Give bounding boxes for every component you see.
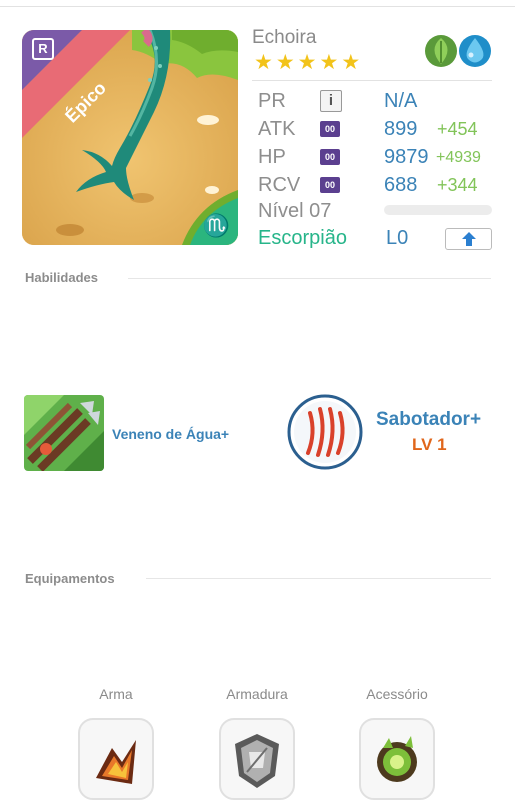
- saboteur-skill-icon[interactable]: [286, 393, 364, 471]
- star-icon: ★: [254, 51, 273, 74]
- rcv-bonus: +344: [437, 175, 478, 195]
- equip-label-accessory: Acessório: [366, 686, 428, 702]
- atk-rank-badge: 00: [320, 121, 340, 137]
- rcv-value: 688: [384, 174, 418, 196]
- skills-section-title: Habilidades: [25, 270, 98, 285]
- name-divider: [252, 80, 492, 81]
- star-icon: ★: [275, 51, 295, 74]
- star-rating: ★ ★ ★ ★ ★: [254, 52, 360, 74]
- weapon-slot[interactable]: [78, 718, 154, 800]
- water-venom-skill-icon[interactable]: [24, 395, 104, 471]
- pr-value: N/A: [384, 90, 418, 112]
- atk-value: 899: [384, 118, 418, 140]
- equip-label-armor: Armadura: [226, 686, 288, 702]
- atk-bonus: +454: [437, 119, 478, 139]
- hp-rank-badge: 00: [320, 149, 340, 165]
- equipment-divider: [146, 578, 491, 579]
- accessory-slot[interactable]: [359, 718, 435, 800]
- skills-divider: [128, 278, 491, 279]
- armor-slot[interactable]: [219, 718, 295, 800]
- skill-level-saboteur: LV 1: [412, 435, 447, 454]
- level-label: Nível 07: [258, 200, 332, 222]
- pr-label: PR: [258, 90, 286, 112]
- rcv-label: RCV: [258, 174, 301, 196]
- hp-bonus: +4939: [436, 149, 481, 166]
- arrow-up-icon: [461, 232, 476, 246]
- water-drop-icon: [459, 35, 491, 67]
- hero-portrait[interactable]: R Épico ♏: [22, 30, 238, 245]
- rarity-badge: R: [32, 38, 54, 60]
- skill-name-saboteur: Sabotador+: [376, 409, 482, 430]
- skill-name-water-venom: Veneno de Água+: [112, 426, 230, 442]
- equipment-section-title: Equipamentos: [25, 571, 115, 586]
- equip-label-weapon: Arma: [99, 686, 133, 702]
- star-icon: ★: [319, 51, 339, 74]
- zodiac-scorpio-icon: ♏: [202, 213, 230, 238]
- level-progress-bar: [384, 205, 492, 215]
- pr-info-button[interactable]: i: [320, 90, 342, 112]
- star-icon: ★: [297, 51, 317, 74]
- hp-label: HP: [258, 146, 286, 168]
- hp-value: 9879: [384, 146, 429, 168]
- zodiac-level: L0: [386, 227, 409, 249]
- zodiac-name: Escorpião: [258, 227, 347, 249]
- atk-label: ATK: [258, 118, 296, 140]
- top-divider: [0, 6, 515, 7]
- hero-name: Echoira: [252, 27, 317, 48]
- zodiac-upgrade-button[interactable]: [445, 228, 492, 250]
- leaf-icon: [425, 35, 457, 67]
- star-icon: ★: [341, 51, 361, 74]
- rcv-rank-badge: 00: [320, 177, 340, 193]
